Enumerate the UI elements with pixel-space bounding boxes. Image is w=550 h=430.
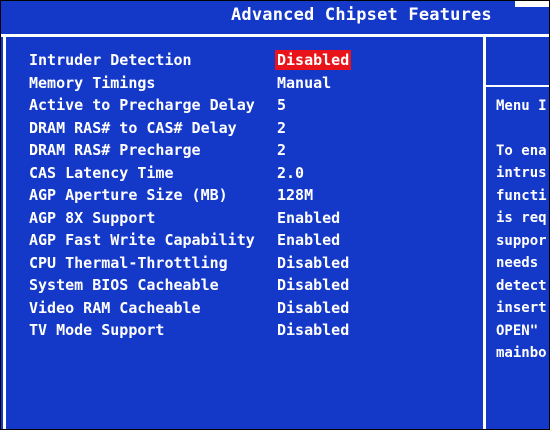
setting-value[interactable]: Disabled [275,319,351,341]
setting-value[interactable]: 2 [275,139,288,161]
setting-label: CAS Latency Time [29,163,174,182]
setting-value[interactable]: 2.0 [275,162,306,184]
help-text-line: suppor [496,232,547,249]
setting-value[interactable]: 2 [275,117,288,139]
settings-list: Intruder Detection Disabled Memory Timin… [29,49,474,342]
setting-value[interactable]: 5 [275,94,288,116]
help-text-line: is req [496,210,547,226]
setting-label: Video RAM Cacheable [29,298,201,317]
help-text-line: detect [496,277,547,294]
help-text-line: mainbo [496,345,547,361]
setting-value[interactable]: Disabled [275,252,351,274]
setting-label: System BIOS Cacheable [29,276,219,294]
frame-top-border [1,34,549,37]
setting-row-agp-aperture-size[interactable]: AGP Aperture Size (MB) 128M [29,184,474,207]
top-right-border [515,1,549,7]
help-spacer [496,118,549,140]
setting-row-dram-ras-to-cas-delay[interactable]: DRAM RAS# to CAS# Delay 2 [29,117,474,140]
help-text-line: To ena [496,142,547,159]
setting-label: Memory Timings [29,73,156,92]
frame-left-border [3,34,6,429]
setting-label: TV Mode Support [29,321,165,339]
setting-label: AGP Aperture Size (MB) [29,186,228,204]
help-text-line: needs [496,255,539,271]
title-bar: Advanced Chipset Features [1,1,549,33]
setting-row-cas-latency-time[interactable]: CAS Latency Time 2.0 [29,162,474,185]
bios-screen: Advanced Chipset Features Intruder Detec… [0,0,550,430]
setting-label: AGP Fast Write Capability [29,231,255,249]
help-text-line: intrus [496,165,547,181]
setting-value[interactable]: Enabled [275,207,342,229]
setting-row-intruder-detection[interactable]: Intruder Detection Disabled [29,49,474,72]
setting-label: Intruder Detection [29,51,192,69]
setting-row-agp-8x-support[interactable]: AGP 8X Support Enabled [29,207,474,230]
setting-row-video-ram-cacheable[interactable]: Video RAM Cacheable Disabled [29,297,474,320]
page-title: Advanced Chipset Features [231,5,492,25]
setting-value-selected[interactable]: Disabled [275,50,352,70]
setting-value[interactable]: Manual [275,72,333,94]
setting-value[interactable]: Enabled [275,229,342,251]
setting-value[interactable]: Disabled [275,297,351,319]
help-panel-divider [483,34,486,429]
setting-label: Active to Precharge Delay [29,96,255,114]
help-text-line: OPEN" [496,322,539,339]
item-help-panel: Menu I To ena intrus functi is req suppo… [496,95,549,365]
setting-row-active-to-precharge-delay[interactable]: Active to Precharge Delay 5 [29,94,474,117]
setting-row-system-bios-cacheable[interactable]: System BIOS Cacheable Disabled [29,274,474,297]
setting-value[interactable]: Disabled [275,274,351,296]
setting-row-tv-mode-support[interactable]: TV Mode Support Disabled [29,319,474,342]
setting-value[interactable]: 128M [275,184,315,206]
help-text-line: functi [496,187,547,204]
setting-label: CPU Thermal-Throttling [29,253,228,272]
help-title-rule [486,85,549,87]
setting-label: DRAM RAS# to CAS# Delay [29,118,237,137]
help-panel-title: Menu I [496,98,547,114]
setting-label: AGP 8X Support [29,208,156,227]
setting-row-cpu-thermal-throttling[interactable]: CPU Thermal-Throttling Disabled [29,252,474,275]
setting-label: DRAM RAS# Precharge [29,141,201,159]
help-text-line: insert [496,300,547,316]
setting-row-memory-timings[interactable]: Memory Timings Manual [29,72,474,95]
setting-row-dram-ras-precharge[interactable]: DRAM RAS# Precharge 2 [29,139,474,162]
setting-row-agp-fast-write[interactable]: AGP Fast Write Capability Enabled [29,229,474,252]
